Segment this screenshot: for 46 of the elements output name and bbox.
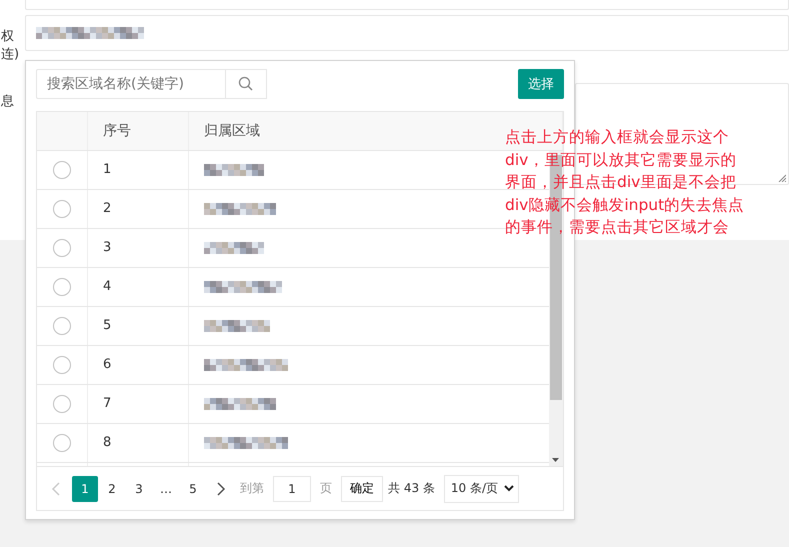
search-icon bbox=[238, 76, 254, 92]
page-size-select[interactable]: 10 条/页 bbox=[444, 474, 520, 503]
radio-button[interactable] bbox=[53, 238, 71, 257]
page-button[interactable]: 2 bbox=[99, 476, 125, 502]
region-input-field[interactable] bbox=[25, 15, 789, 51]
field-label: 息 bbox=[1, 93, 14, 110]
down-arrow-icon bbox=[552, 458, 559, 462]
column-header: 归属区域 bbox=[204, 122, 260, 140]
resize-grip-icon[interactable] bbox=[778, 174, 786, 182]
table-cell: 5 bbox=[103, 318, 112, 334]
table-cell: 7 bbox=[103, 396, 112, 412]
radio-button[interactable] bbox=[53, 160, 71, 179]
search-field[interactable]: 搜索区域名称(关键字) bbox=[36, 69, 226, 100]
table-cell: 2 bbox=[103, 201, 112, 216]
chevron-down-icon bbox=[504, 485, 514, 492]
page-button[interactable]: 1 bbox=[72, 476, 98, 502]
select-button[interactable]: 选择 bbox=[518, 69, 564, 100]
table-cell: 6 bbox=[103, 357, 112, 372]
field-label: 连) bbox=[1, 46, 20, 63]
radio-button[interactable] bbox=[53, 316, 71, 335]
goto-label: 到第 bbox=[239, 480, 265, 498]
column-header: 序号 bbox=[103, 122, 131, 140]
page-number-field[interactable]: 1 bbox=[273, 476, 311, 502]
search-button[interactable] bbox=[226, 69, 267, 100]
confirm-button[interactable]: 确定 bbox=[341, 476, 383, 502]
redacted-text-drawing bbox=[204, 320, 270, 332]
table-cell: 1 bbox=[103, 162, 112, 178]
field-label: 权 bbox=[1, 28, 14, 45]
annotation-text: 点击上方的输入框就会显示这个 div，里面可以放其它需要显示的 界面，并且点击div里面是不会把 div隐藏不会触发input的失去焦点 的事件，需要点击其它区域才会 bbox=[505, 127, 744, 238]
redacted-text-drawing bbox=[204, 398, 276, 410]
radio-button[interactable] bbox=[53, 434, 71, 452]
redacted-text-drawing bbox=[204, 202, 276, 215]
radio-button[interactable] bbox=[53, 356, 71, 374]
page-button[interactable]: 5 bbox=[180, 476, 206, 502]
page-unit-label: 页 bbox=[319, 480, 333, 498]
redacted-text-drawing bbox=[204, 242, 264, 254]
table-cell: 3 bbox=[103, 240, 112, 256]
redacted-text-drawing bbox=[204, 164, 264, 176]
page-button[interactable]: … bbox=[153, 476, 179, 502]
radio-button[interactable] bbox=[53, 394, 71, 413]
table-cell: 8 bbox=[103, 435, 112, 450]
page-button[interactable]: 3 bbox=[126, 476, 152, 502]
total-count: 共 43 条 bbox=[387, 480, 436, 498]
table-cell: 4 bbox=[103, 279, 112, 294]
radio-button[interactable] bbox=[53, 278, 71, 296]
radio-button[interactable] bbox=[53, 200, 71, 218]
